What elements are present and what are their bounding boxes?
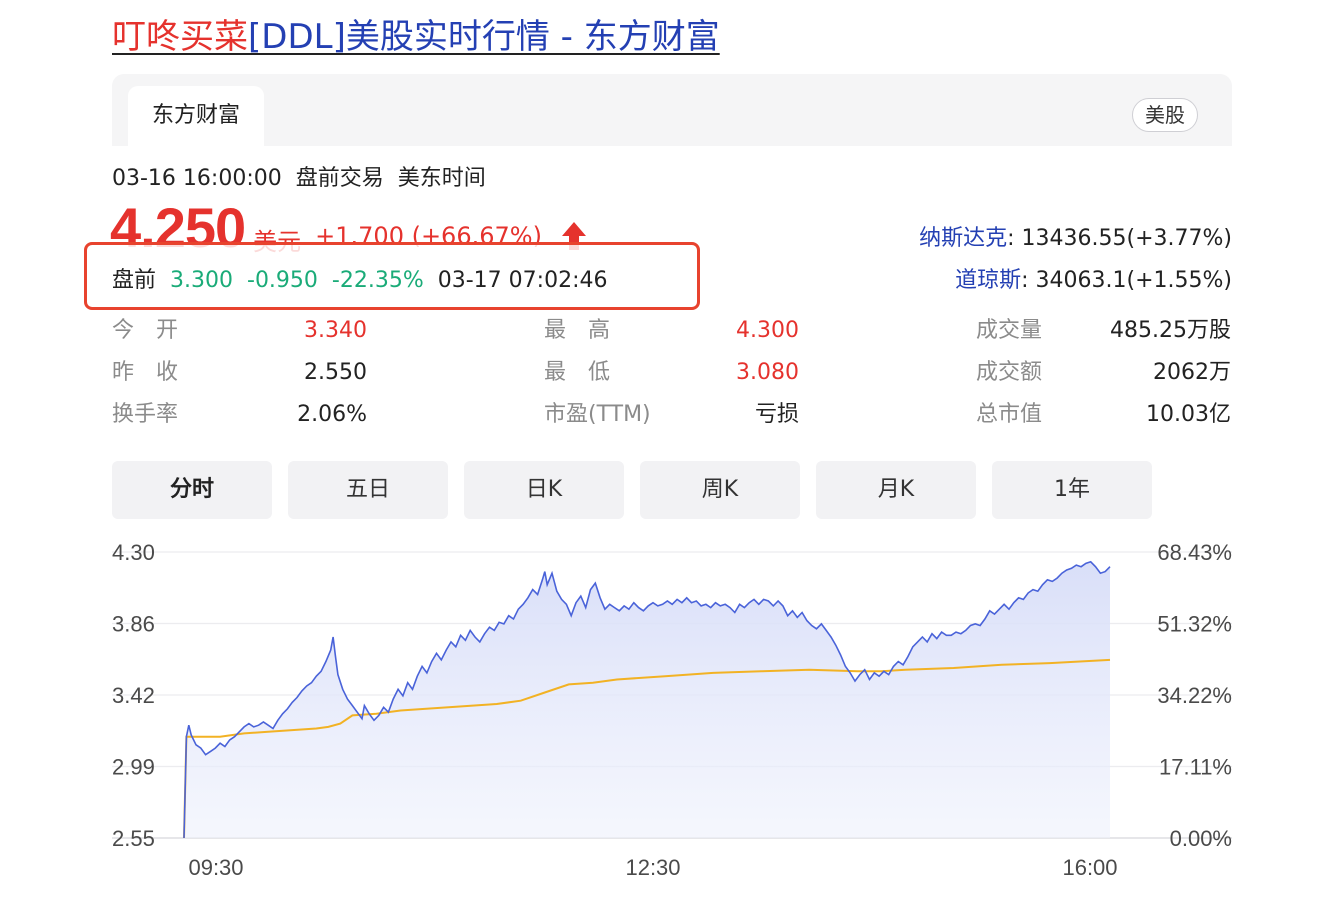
low-value: 3.080 <box>736 360 799 385</box>
y-tick-label-left: 3.86 <box>112 612 155 637</box>
tab-daily-k[interactable]: 日K <box>464 461 624 519</box>
y-tick-label-left: 3.42 <box>112 683 155 708</box>
stock-name[interactable]: 叮咚买菜 <box>112 17 248 57</box>
y-axis-right: 68.43% 51.32% 34.22% 17.11% 0.00% <box>1157 540 1232 851</box>
page-title-link[interactable]: 叮咚买菜[DDL]美股实时行情 - 东方财富 <box>112 14 720 60</box>
premarket-price: 3.300 <box>170 268 233 293</box>
turnover-value: 2062万 <box>1153 360 1231 385</box>
premarket-label: 盘前 <box>112 268 157 293</box>
quote-datetime: 03-16 16:00:00 <box>112 166 282 191</box>
x-tick-label: 12:30 <box>625 855 680 880</box>
volume-value: 485.25万股 <box>1110 318 1231 343</box>
premarket-row: 盘前 3.300 -0.950 -22.35% 03-17 07:02:46 <box>112 264 621 298</box>
y-axis-left: 4.30 3.86 3.42 2.99 2.55 <box>112 540 155 851</box>
market-cap-label: 总市值 <box>976 402 1043 427</box>
high-label: 最 高 <box>544 318 611 343</box>
turnover-label: 成交额 <box>976 360 1043 385</box>
x-tick-label: 16:00 <box>1062 855 1117 880</box>
index-nasdaq: 纳斯达克: 13436.55(+3.77%) <box>919 224 1232 254</box>
y-tick-label-right: 51.32% <box>1157 612 1232 637</box>
quote-timezone: 美东时间 <box>397 166 486 191</box>
title-suffix[interactable]: [DDL]美股实时行情 - 东方财富 <box>248 17 720 57</box>
quote-timeline: 03-16 16:00:00 盘前交易 美东时间 <box>112 162 500 196</box>
index-dow: 道琼斯: 34063.1(+1.55%) <box>955 266 1232 296</box>
prev-close-value: 2.550 <box>304 360 367 385</box>
premarket-change: -0.950 <box>247 268 318 293</box>
tab-intraday[interactable]: 分时 <box>112 461 272 519</box>
quote-session: 盘前交易 <box>295 166 384 191</box>
y-tick-label-right: 17.11% <box>1159 755 1232 780</box>
y-tick-label-left: 4.30 <box>112 540 155 565</box>
x-tick-label: 09:30 <box>188 855 243 880</box>
x-axis: 09:30 12:30 16:00 <box>188 855 1117 880</box>
high-value: 4.300 <box>736 318 799 343</box>
prev-close-label: 昨 收 <box>112 360 179 385</box>
pe-label: 市盈(TTM) <box>544 402 651 427</box>
tab-weekly-k[interactable]: 周K <box>640 461 800 519</box>
pe-value: 亏损 <box>754 402 799 427</box>
premarket-change-pct: -22.35% <box>331 268 424 293</box>
y-tick-label-right: 34.22% <box>1157 683 1232 708</box>
dow-link[interactable]: 道琼斯 <box>955 268 1021 293</box>
y-tick-label-right: 0.00% <box>1170 826 1232 851</box>
market-badge[interactable]: 美股 <box>1132 98 1198 132</box>
y-tick-label-left: 2.99 <box>112 755 155 780</box>
source-tab-eastmoney[interactable]: 东方财富 <box>128 86 264 146</box>
turnover-rate-value: 2.06% <box>297 402 367 427</box>
volume-label: 成交量 <box>976 318 1043 343</box>
nasdaq-link[interactable]: 纳斯达克 <box>919 226 1007 251</box>
dow-value: : 34063.1(+1.55%) <box>1021 268 1232 293</box>
low-label: 最 低 <box>544 360 611 385</box>
tab-monthly-k[interactable]: 月K <box>816 461 976 519</box>
source-bar: 东方财富 美股 <box>112 74 1232 146</box>
open-value: 3.340 <box>304 318 367 343</box>
intraday-chart[interactable]: 4.30 3.86 3.42 2.99 2.55 68.43% 51.32% 34.22% 1… <box>0 530 1318 898</box>
tab-five-day[interactable]: 五日 <box>288 461 448 519</box>
market-cap-value: 10.03亿 <box>1146 402 1231 427</box>
premarket-time: 03-17 07:02:46 <box>437 268 608 293</box>
tab-one-year[interactable]: 1年 <box>992 461 1152 519</box>
nasdaq-value: : 13436.55(+3.77%) <box>1007 226 1232 251</box>
turnover-rate-label: 换手率 <box>112 402 179 427</box>
open-label: 今 开 <box>112 318 179 343</box>
y-tick-label-right: 68.43% <box>1157 540 1232 565</box>
y-tick-label-left: 2.55 <box>112 826 155 851</box>
price-area-fill <box>184 561 1110 838</box>
